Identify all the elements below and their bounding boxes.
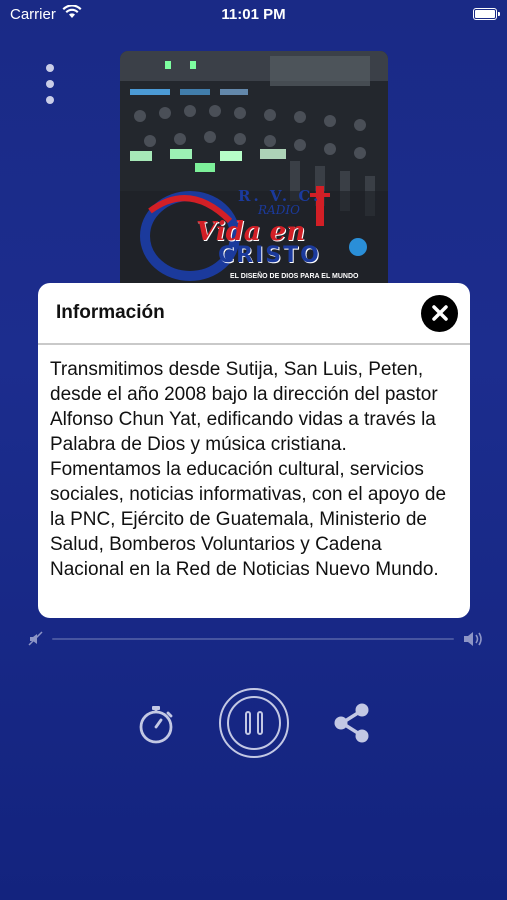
menu-dot [46,64,54,72]
status-bar: Carrier 11:01 PM [0,0,507,28]
menu-dot [46,96,54,104]
play-pause-button[interactable] [219,688,289,758]
station-cover-image: R. V. C. RADIO Vida en CRISTO EL DISEÑO … [120,51,388,296]
pause-bar [257,711,263,735]
logo-slogan-text: EL DISEÑO DE DIOS PARA EL MUNDO [230,273,359,280]
dialog-title: Información [56,302,165,323]
volume-up-icon [464,632,482,646]
battery-fill [475,10,495,18]
close-icon [431,305,448,321]
status-left: Carrier [10,4,82,23]
logo-cristo-text: CRISTO [218,243,321,268]
battery-icon [473,8,500,20]
pause-bar [245,711,251,735]
close-button[interactable] [421,294,458,332]
volume-track[interactable] [52,638,454,640]
logo-radio-text: RADIO [258,203,300,217]
dialog-body-text: Transmitimos desde Sutija, San Luis, Pet… [50,359,447,580]
stopwatch-icon [139,706,173,744]
menu-dot [46,80,54,88]
wifi-icon [62,4,82,23]
station-logo: R. V. C. RADIO Vida en CRISTO EL DISEÑO … [148,181,368,281]
dialog-header: Información [38,283,470,345]
volume-mute-icon [28,631,43,646]
share-icon [334,703,369,743]
volume-slider[interactable] [28,628,484,650]
information-dialog: Información Transmitimos desde Sutija, S… [38,283,470,618]
carrier-label: Carrier [10,5,56,23]
more-options-icon[interactable] [40,64,60,104]
share-button[interactable] [331,702,373,744]
playback-controls [0,688,507,758]
pause-icon [227,696,281,750]
sleep-timer-button[interactable] [137,704,175,744]
